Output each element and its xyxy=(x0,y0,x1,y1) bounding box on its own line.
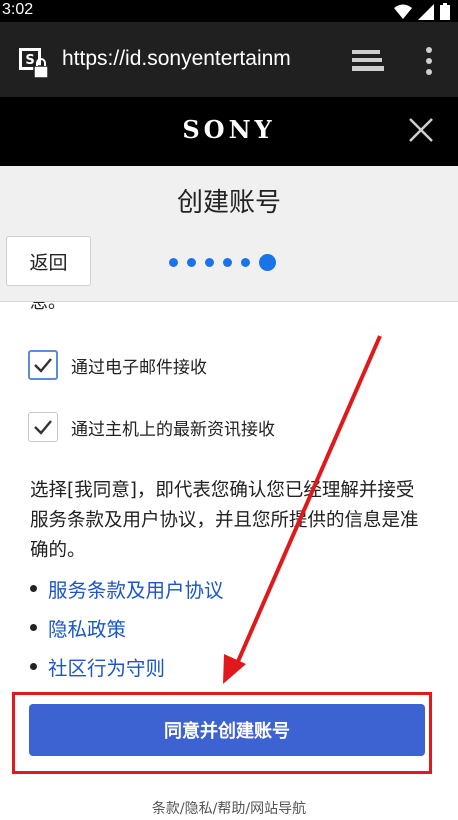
site-lock-icon[interactable]: S xyxy=(18,47,52,81)
console-option-label: 通过主机上的最新资讯接收 xyxy=(71,419,275,440)
page-header: 创建账号 返回 xyxy=(0,166,458,302)
footer-links[interactable]: 条款/隐私/帮助/网站导航 xyxy=(0,798,458,818)
tabs-icon[interactable] xyxy=(352,48,384,74)
page-title: 创建账号 xyxy=(176,188,281,218)
browser-toolbar: S https://id.sonyentertainm xyxy=(0,22,458,97)
checkmark-icon xyxy=(34,420,52,435)
link-item-terms[interactable]: 服务条款及用户协议 xyxy=(30,574,224,603)
progress-dot xyxy=(205,257,214,267)
console-checkbox[interactable] xyxy=(28,412,58,442)
progress-dot xyxy=(187,257,196,267)
wifi-icon xyxy=(394,4,412,19)
bullet xyxy=(30,663,37,670)
agreement-text: 选择[我同意]，即代表您确认您已经理解并接受服务条款及用户协议，并且您所提供的信… xyxy=(30,480,419,561)
progress-dot-current xyxy=(259,253,276,271)
terms-link[interactable]: 服务条款及用户协议 xyxy=(48,574,224,603)
community-link[interactable]: 社区行为守则 xyxy=(48,652,165,681)
progress-dot xyxy=(241,257,250,267)
link-item-privacy[interactable]: 隐私政策 xyxy=(30,613,126,642)
main-content: 息。 通过电子邮件接收 通过主机上的最新资讯接收 选择[我同意]，即代表您确认您… xyxy=(0,302,458,820)
status-time: 3:02 xyxy=(2,1,34,18)
progress-indicator xyxy=(169,252,276,272)
checkmark-icon xyxy=(34,358,52,373)
cut-off-text: 息。 xyxy=(30,302,66,313)
email-checkbox[interactable] xyxy=(28,350,58,380)
status-icons xyxy=(394,3,450,20)
console-option[interactable]: 通过主机上的最新资讯接收 xyxy=(28,412,275,442)
email-option[interactable]: 通过电子邮件接收 xyxy=(28,350,207,380)
bullet xyxy=(30,585,37,592)
close-icon[interactable] xyxy=(408,117,434,143)
progress-dot xyxy=(169,257,178,267)
email-option-label: 通过电子邮件接收 xyxy=(71,357,207,378)
battery-icon xyxy=(440,3,450,20)
link-item-community[interactable]: 社区行为守则 xyxy=(30,652,165,681)
sony-logo: SONY xyxy=(182,115,276,144)
status-bar: 3:02 xyxy=(0,0,458,22)
back-button[interactable]: 返回 xyxy=(6,236,91,286)
privacy-link[interactable]: 隐私政策 xyxy=(48,613,126,642)
brand-bar: SONY xyxy=(0,97,458,166)
signal-icon xyxy=(418,3,434,20)
bullet xyxy=(30,624,37,631)
annotation-highlight-box xyxy=(12,692,432,774)
menu-icon[interactable] xyxy=(424,46,434,76)
url-bar[interactable]: https://id.sonyentertainm xyxy=(62,47,324,71)
progress-dot xyxy=(223,257,232,267)
